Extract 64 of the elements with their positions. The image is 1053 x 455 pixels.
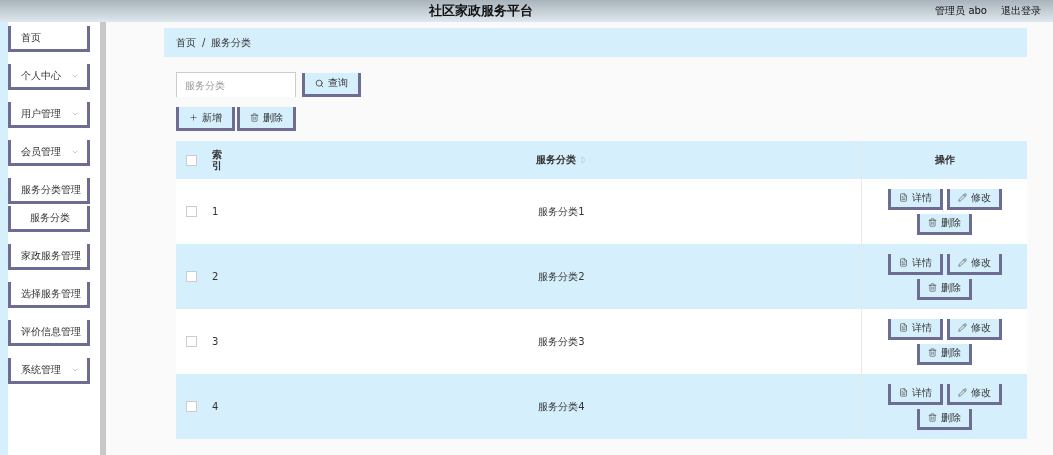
- submenu-item[interactable]: 服务分类: [8, 206, 90, 232]
- search-icon: [315, 78, 324, 88]
- checkbox[interactable]: [186, 336, 197, 347]
- breadcrumb-item[interactable]: 服务分类: [211, 35, 252, 50]
- trash-icon: [928, 348, 937, 357]
- edit-button[interactable]: 修改: [946, 318, 1002, 340]
- document-icon: [898, 193, 908, 202]
- search-button[interactable]: 查询: [302, 72, 361, 97]
- menu-item[interactable]: 首页: [8, 26, 90, 52]
- menu-item[interactable]: 系统管理: [8, 358, 90, 384]
- menu-item[interactable]: 会员管理: [8, 140, 90, 166]
- document-icon: [898, 388, 908, 397]
- category-cell: 服务分类1: [538, 204, 585, 219]
- checkbox[interactable]: [186, 154, 197, 166]
- logout-link[interactable]: 退出登录: [1001, 4, 1041, 18]
- checkbox[interactable]: [186, 401, 197, 412]
- add-button[interactable]: 新增: [176, 107, 235, 131]
- detail-button[interactable]: 详情: [887, 188, 943, 210]
- menu-item[interactable]: 评价信息管理: [8, 320, 90, 346]
- menu-item[interactable]: 服务分类管理: [8, 178, 90, 204]
- edit-button[interactable]: 修改: [946, 253, 1002, 275]
- checkbox[interactable]: [186, 206, 197, 217]
- detail-button[interactable]: 详情: [887, 383, 943, 405]
- index-cell: 1: [212, 206, 219, 217]
- trash-icon: [928, 413, 937, 422]
- detail-button[interactable]: 详情: [887, 253, 943, 275]
- category-cell: 服务分类3: [538, 334, 585, 349]
- document-icon: [898, 258, 908, 267]
- edit-button[interactable]: 修改: [946, 188, 1002, 210]
- detail-button[interactable]: 详情: [887, 318, 943, 340]
- index-cell: 3: [212, 336, 219, 347]
- menu-item[interactable]: 个人中心: [8, 64, 90, 90]
- search-field[interactable]: 服务分类: [176, 72, 296, 97]
- site-title: 社区家政服务平台: [427, 2, 534, 20]
- pencil-icon: [957, 258, 967, 267]
- column-header: 服务分类: [536, 153, 576, 167]
- user-label: 管理员 abo: [935, 4, 987, 18]
- pencil-icon: [957, 388, 967, 397]
- menu-item[interactable]: 选择服务管理: [8, 282, 90, 308]
- document-icon: [898, 323, 908, 332]
- index-cell: 4: [212, 401, 219, 412]
- breadcrumb-separator: /: [202, 37, 206, 48]
- pencil-icon: [957, 193, 967, 202]
- delete-button[interactable]: 删除: [237, 107, 296, 131]
- trash-icon: [928, 218, 937, 227]
- menu-item[interactable]: 用户管理: [8, 102, 90, 128]
- delete-button[interactable]: 删除: [917, 343, 972, 365]
- trash-icon: [928, 283, 937, 292]
- checkbox[interactable]: [186, 271, 197, 282]
- delete-button[interactable]: 删除: [917, 278, 972, 300]
- index-cell: 2: [212, 271, 219, 282]
- column-header: 索引: [212, 149, 222, 171]
- category-cell: 服务分类4: [538, 399, 585, 414]
- trash-icon: [250, 113, 259, 122]
- plus-icon: [189, 113, 198, 122]
- category-cell: 服务分类2: [538, 269, 585, 284]
- pencil-icon: [957, 323, 967, 332]
- edit-button[interactable]: 修改: [946, 383, 1002, 405]
- delete-button[interactable]: 删除: [917, 408, 972, 430]
- menu-item[interactable]: 家政服务管理: [8, 244, 90, 270]
- sort-icon[interactable]: [579, 156, 587, 164]
- delete-button[interactable]: 删除: [917, 213, 972, 235]
- column-header: 操作: [934, 153, 955, 167]
- breadcrumb-item[interactable]: 首页: [176, 35, 196, 50]
